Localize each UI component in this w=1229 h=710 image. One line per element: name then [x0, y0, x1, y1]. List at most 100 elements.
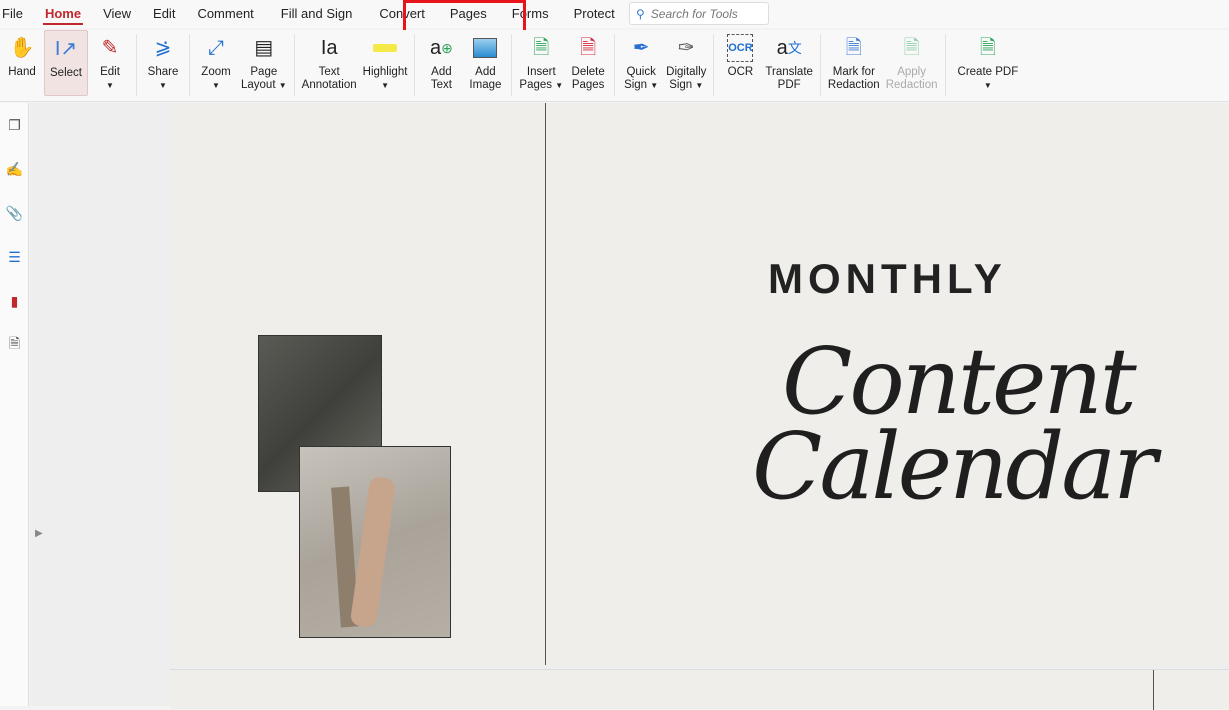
label: Select: [50, 67, 82, 79]
label: Redaction: [827, 79, 880, 91]
hand-button[interactable]: ✋ Hand: [0, 30, 44, 96]
translate-icon: a文: [776, 36, 802, 59]
menu-view[interactable]: View: [92, 0, 142, 28]
select-button[interactable]: I↗ Select: [44, 30, 88, 96]
label: Mark for: [832, 66, 875, 78]
caret-icon: ▼: [212, 81, 220, 90]
document-viewport[interactable]: MONTHLY Content Calendar: [30, 103, 1229, 710]
page-labels-icon[interactable]: 🗎: [0, 323, 29, 367]
label: Redaction: [885, 79, 938, 91]
add-text-button[interactable]: a ⊕ Add Text: [419, 30, 463, 96]
divider: [293, 34, 295, 96]
divider: [819, 34, 821, 96]
signature-icon: ✒: [632, 36, 650, 59]
edit-button[interactable]: ✎ Edit ▼: [88, 30, 132, 96]
left-sidebar: ❐ ✍ 📎 ☰ ▮ 🗎: [0, 103, 29, 706]
label: PDF: [777, 79, 801, 91]
ribbon-toolbar: ✋ Hand I↗ Select ✎ Edit ▼ ⪂ Share ▼ ⤢ Zoom ▼ ▤ Pa…: [0, 30, 1229, 102]
highlighter-icon: [372, 34, 398, 62]
label: Share: [147, 66, 179, 78]
search-icon: ⚲: [636, 6, 645, 21]
menu-edit[interactable]: Edit: [142, 0, 186, 28]
image-icon: [472, 34, 498, 62]
attachment-icon[interactable]: 📎: [0, 191, 29, 235]
quick-sign-button[interactable]: ✒ Quick Sign ▼: [619, 30, 663, 96]
label: Add: [431, 66, 452, 78]
search-placeholder: Search for Tools: [650, 6, 738, 21]
digitally-sign-button[interactable]: ✑ Digitally Sign ▼: [663, 30, 709, 96]
heading-monthly: MONTHLY: [768, 255, 1007, 302]
highlight-button[interactable]: Highlight ▼: [360, 30, 411, 96]
caret-icon: ▼: [381, 81, 389, 90]
caret-icon: ▼: [159, 81, 167, 90]
layers-icon[interactable]: ☰: [0, 235, 29, 279]
label: Create PDF: [957, 66, 1019, 78]
photo-hand-with-scarf: [299, 446, 451, 638]
divider: [511, 34, 513, 96]
divider: [944, 34, 946, 96]
zoom-icon: ⤢: [208, 36, 224, 59]
apply-redaction-button[interactable]: 🗎 Apply Redaction: [883, 30, 941, 96]
label: Highlight: [362, 66, 408, 78]
divider: [614, 34, 616, 96]
bookmark-icon[interactable]: ▮: [0, 279, 29, 323]
text-annotation-button[interactable]: Ia Text Annotation: [299, 30, 360, 96]
delete-pages-button[interactable]: 🗎 Delete Pages: [566, 30, 610, 96]
share-button[interactable]: ⪂ Share ▼: [141, 30, 185, 96]
label: Quick: [626, 66, 656, 78]
translate-pdf-button[interactable]: a 文 Translate PDF: [762, 30, 816, 96]
label: Zoom: [201, 66, 231, 78]
pages-thumbnail-icon[interactable]: ❐: [0, 103, 29, 147]
page-layout-button[interactable]: ▤ Page Layout ▼: [238, 30, 290, 96]
add-text-icon: a ⊕: [429, 36, 453, 59]
label: Layout ▼: [241, 79, 287, 91]
label: Translate: [765, 66, 813, 78]
label: Hand: [8, 66, 36, 78]
page-divider: [545, 103, 546, 665]
label: OCR: [727, 66, 754, 78]
caret-icon: ▼: [983, 81, 992, 90]
next-pdf-page: [170, 669, 1229, 710]
pdf-page-spread: MONTHLY Content Calendar: [172, 103, 1229, 665]
label: Sign ▼: [669, 79, 704, 91]
divider: [189, 34, 190, 96]
label: Image: [469, 79, 502, 91]
select-cursor-icon: I↗: [54, 37, 78, 60]
zoom-button[interactable]: ⤢ Zoom ▼: [194, 30, 238, 96]
menu-file[interactable]: File: [0, 0, 34, 28]
label: Pages ▼: [519, 79, 564, 91]
label: Apply: [897, 66, 926, 78]
pen-nib-icon: ✑: [677, 36, 695, 59]
label: Insert: [526, 66, 556, 78]
text-annotation-icon: Ia: [320, 36, 338, 59]
label: Annotation: [301, 79, 357, 91]
page-layout-icon: ▤: [254, 36, 274, 59]
label: Delete: [571, 66, 605, 78]
expand-panel-arrow-icon[interactable]: ▶: [35, 528, 43, 539]
menu-fill-and-sign[interactable]: Fill and Sign: [265, 0, 369, 28]
hand-icon: ✋: [9, 36, 35, 59]
divider: [713, 34, 715, 96]
caret-icon: ▼: [106, 81, 114, 90]
ocr-icon: OCR: [727, 34, 754, 62]
search-tools-input[interactable]: ⚲ Search for Tools: [629, 2, 769, 25]
label: Page: [250, 66, 278, 78]
add-image-button[interactable]: Add Image: [463, 30, 507, 96]
menu-comment[interactable]: Comment: [186, 0, 264, 28]
label: Edit: [100, 66, 120, 78]
create-pdf-button[interactable]: 🗎 Create PDF ▼: [950, 30, 1027, 96]
menu-home[interactable]: Home: [34, 0, 92, 28]
label: Sign ▼: [624, 79, 659, 91]
menu-protect[interactable]: Protect: [563, 0, 626, 28]
mark-for-redaction-button[interactable]: 🗎 Mark for Redaction: [825, 30, 883, 96]
menu-bar: File Home View Edit Comment Fill and Sig…: [0, 0, 1229, 28]
delete-page-icon: 🗎: [580, 36, 597, 59]
label: Text: [318, 66, 340, 78]
insert-pages-button[interactable]: 🗎 Insert Pages ▼: [516, 30, 566, 96]
ocr-button[interactable]: OCR OCR: [718, 30, 762, 96]
label: Digitally: [666, 66, 707, 78]
title-calendar: Calendar: [752, 413, 1157, 520]
sign-panel-icon[interactable]: ✍: [0, 147, 29, 191]
apply-redaction-icon: 🗎: [903, 36, 920, 59]
label: Text: [430, 79, 452, 91]
